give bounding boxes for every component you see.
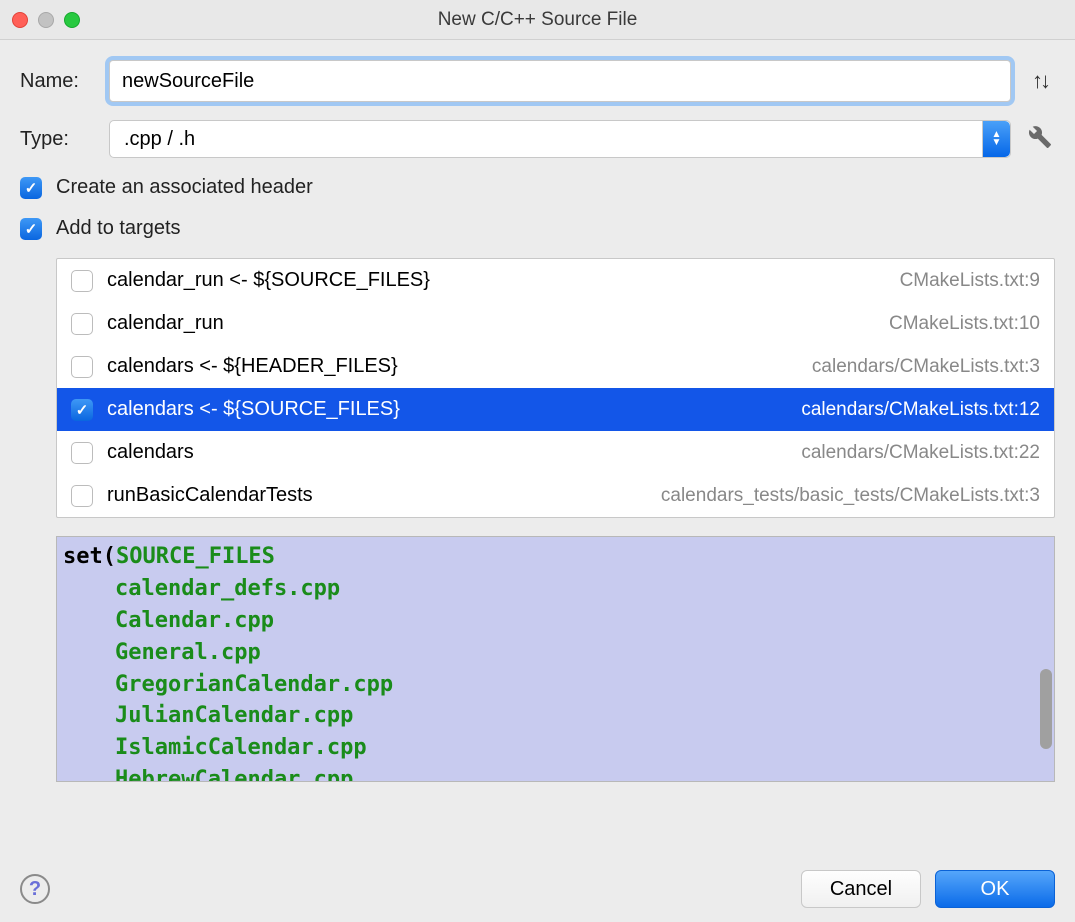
zoom-window-button[interactable] <box>64 12 80 28</box>
code-line: HebrewCalendar.cpp <box>63 764 1048 782</box>
code-line: set(SOURCE_FILES <box>63 541 1048 573</box>
target-checkbox[interactable] <box>71 485 93 507</box>
target-name: calendars <- ${HEADER_FILES} <box>107 355 798 378</box>
scrollbar[interactable] <box>1038 539 1052 779</box>
code-line: General.cpp <box>63 637 1048 669</box>
code-line: calendar_defs.cpp <box>63 573 1048 605</box>
add-targets-checkbox-row[interactable]: ✓ Add to targets <box>20 217 1055 240</box>
target-row[interactable]: calendars <- ${HEADER_FILES} calendars/CM… <box>57 345 1054 388</box>
target-location: calendars/CMakeLists.txt:3 <box>812 356 1040 378</box>
target-checkbox[interactable] <box>71 356 93 378</box>
minimize-window-button[interactable] <box>38 12 54 28</box>
name-row: Name: ↑↓ <box>20 60 1055 102</box>
target-checkbox[interactable]: ✓ <box>71 399 93 421</box>
type-select[interactable]: .cpp / .h ▲ ▼ <box>109 120 1011 158</box>
target-name: calendars <box>107 441 787 464</box>
code-line: JulianCalendar.cpp <box>63 700 1048 732</box>
targets-list: calendar_run <- ${SOURCE_FILES}CMakeList… <box>56 258 1055 518</box>
target-row[interactable]: calendar_run CMakeLists.txt:10 <box>57 302 1054 345</box>
close-window-button[interactable] <box>12 12 28 28</box>
type-value: .cpp / .h <box>124 128 195 151</box>
create-header-checkbox[interactable]: ✓ <box>20 177 42 199</box>
sort-arrows-icon[interactable]: ↑↓ <box>1025 68 1055 94</box>
add-targets-label: Add to targets <box>56 217 181 240</box>
code-line: Calendar.cpp <box>63 605 1048 637</box>
target-location: CMakeLists.txt:10 <box>889 313 1040 335</box>
code-line: IslamicCalendar.cpp <box>63 732 1048 764</box>
target-row[interactable]: calendar_run <- ${SOURCE_FILES} CMakeList… <box>57 259 1054 302</box>
ok-button[interactable]: OK <box>935 870 1055 908</box>
name-label: Name: <box>20 70 95 93</box>
target-name: calendar_run <- ${SOURCE_FILES} <box>107 269 886 292</box>
code-preview: set(SOURCE_FILEScalendar_defs.cppCalenda… <box>56 536 1055 782</box>
dialog-footer: ? Cancel OK <box>0 856 1075 922</box>
target-location: calendars/CMakeLists.txt:22 <box>801 442 1040 464</box>
target-location: calendars/CMakeLists.txt:12 <box>801 399 1040 421</box>
type-row: Type: .cpp / .h ▲ ▼ <box>20 120 1055 158</box>
target-location: calendars_tests/basic_tests/CMakeLists.t… <box>661 485 1040 507</box>
target-location: CMakeLists.txt:9 <box>900 270 1040 292</box>
cancel-button[interactable]: Cancel <box>801 870 921 908</box>
create-header-label: Create an associated header <box>56 176 313 199</box>
scrollbar-thumb[interactable] <box>1040 669 1052 749</box>
title-bar: New C/C++ Source File <box>0 0 1075 40</box>
target-row[interactable]: ✓ calendars <- ${SOURCE_FILES} calendars/C… <box>57 388 1054 431</box>
window-title: New C/C++ Source File <box>0 9 1075 31</box>
target-checkbox[interactable] <box>71 270 93 292</box>
create-header-checkbox-row[interactable]: ✓ Create an associated header <box>20 176 1055 199</box>
dialog-content: Name: ↑↓ Type: .cpp / .h ▲ ▼ ✓ Create an… <box>0 40 1075 782</box>
select-chevron-icon: ▲ ▼ <box>982 121 1010 157</box>
name-input[interactable] <box>109 60 1011 102</box>
code-line: GregorianCalendar.cpp <box>63 669 1048 701</box>
wrench-icon[interactable] <box>1025 125 1055 154</box>
add-targets-checkbox[interactable]: ✓ <box>20 218 42 240</box>
target-name: calendars <- ${SOURCE_FILES} <box>107 398 787 421</box>
target-checkbox[interactable] <box>71 442 93 464</box>
type-label: Type: <box>20 128 95 151</box>
target-name: runBasicCalendarTests <box>107 484 647 507</box>
target-row[interactable]: runBasicCalendarTests calendars_tests/bas… <box>57 474 1054 517</box>
target-row[interactable]: calendars calendars/CMakeLists.txt:22 <box>57 431 1054 474</box>
target-name: calendar_run <box>107 312 875 335</box>
target-checkbox[interactable] <box>71 313 93 335</box>
help-icon[interactable]: ? <box>20 874 50 904</box>
traffic-lights <box>12 12 80 28</box>
